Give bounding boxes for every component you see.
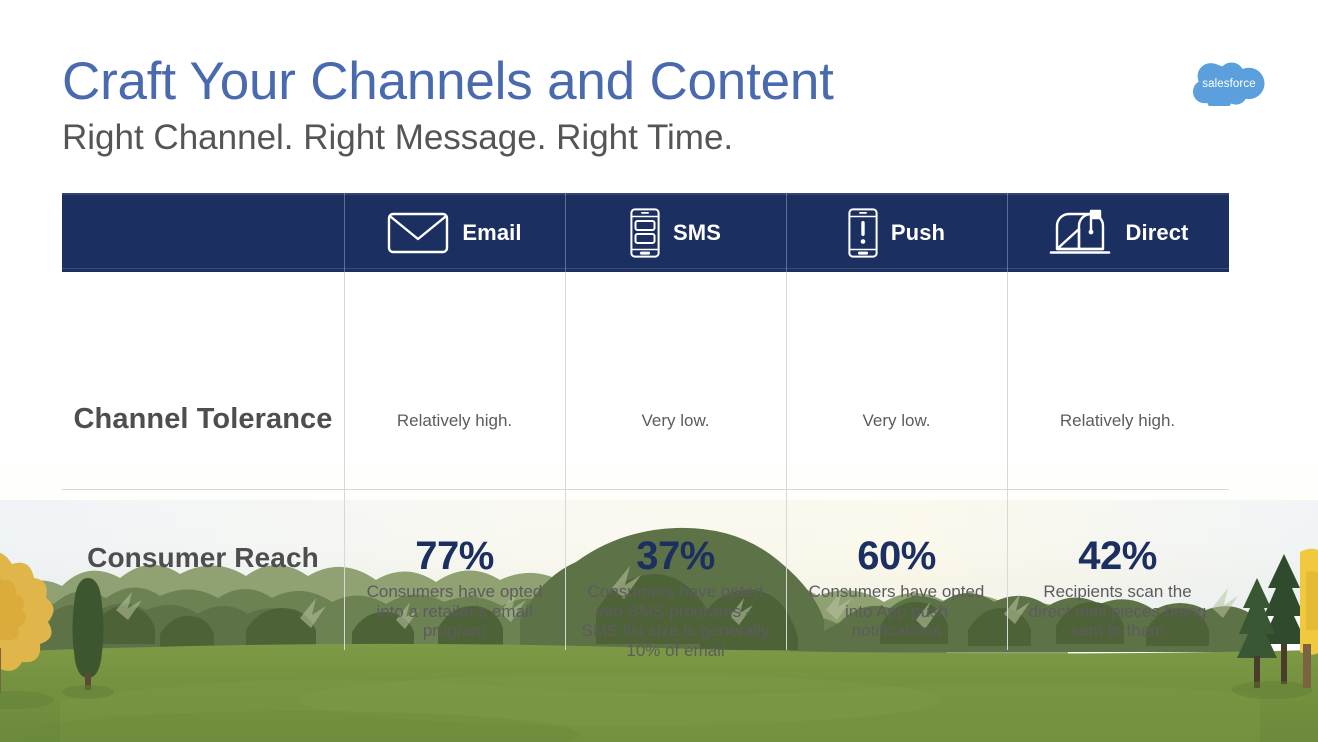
column-header-email: Email <box>344 193 565 272</box>
column-header-label: Direct <box>1125 219 1189 245</box>
cell-reach-direct: 42% Recipients scan the direct mail piec… <box>1007 490 1228 650</box>
title-block: Craft Your Channels and Content Right Ch… <box>62 50 1162 160</box>
channels-comparison-table: Email SMS Push Direct Channel Tolerance … <box>62 193 1229 660</box>
stat-description: Recipients scan the direct mail pieces b… <box>1028 582 1207 640</box>
cell-text: Very low. <box>641 411 710 430</box>
cell-reach-email: 77% Consumers have opted into a retailer… <box>344 490 565 650</box>
page-title: Craft Your Channels and Content <box>62 52 834 111</box>
table-header-row: Email SMS Push Direct <box>62 193 1229 272</box>
salesforce-cloud-logo: salesforce <box>1193 60 1265 112</box>
cell-text: Relatively high. <box>396 411 513 430</box>
cell-tolerance-email: Relatively high. <box>344 272 565 490</box>
mailbox-icon <box>1047 208 1113 258</box>
page-subtitle: Right Channel. Right Message. Right Time… <box>62 118 734 157</box>
column-header-sms: SMS <box>565 193 786 272</box>
table-row: Consumer Reach 77% Consumers have opted … <box>62 490 1229 660</box>
table-row: Channel Tolerance Relatively high. Very … <box>62 272 1229 490</box>
phone-alert-icon <box>848 207 878 258</box>
column-header-label: Email <box>462 219 522 245</box>
cell-tolerance-direct: Relatively high. <box>1007 272 1228 490</box>
cell-reach-sms: 37% Consumers have opted into SMS progra… <box>565 490 786 660</box>
cell-text: Very low. <box>862 411 931 430</box>
cell-reach-push: 60% Consumers have opted into App push n… <box>786 490 1007 650</box>
cell-tolerance-push: Very low. <box>786 272 1007 490</box>
cell-text: Relatively high. <box>1059 411 1176 430</box>
stat-description: Consumers have opted into SMS programs –… <box>581 582 770 660</box>
stat-description: Consumers have opted into App push notif… <box>808 582 985 640</box>
slide-content: Craft Your Channels and Content Right Ch… <box>0 0 1318 742</box>
row-label-channel-tolerance: Channel Tolerance <box>73 403 333 435</box>
stat-percent: 37% <box>636 534 715 578</box>
stat-percent: 60% <box>857 534 936 578</box>
header-corner-cell <box>62 193 344 272</box>
column-header-push: Push <box>786 193 1007 272</box>
logo-wordmark: salesforce <box>1202 77 1256 90</box>
stat-percent: 77% <box>415 534 494 578</box>
cell-tolerance-sms: Very low. <box>565 272 786 490</box>
envelope-icon <box>387 212 449 254</box>
column-header-label: SMS <box>673 219 721 245</box>
column-header-direct: Direct <box>1007 193 1228 272</box>
stat-percent: 42% <box>1078 534 1157 578</box>
column-header-label: Push <box>890 219 946 245</box>
stat-description: Consumers have opted into a retailer’s e… <box>366 582 543 640</box>
row-label-consumer-reach: Consumer Reach <box>87 542 319 573</box>
phone-message-icon <box>630 207 660 258</box>
